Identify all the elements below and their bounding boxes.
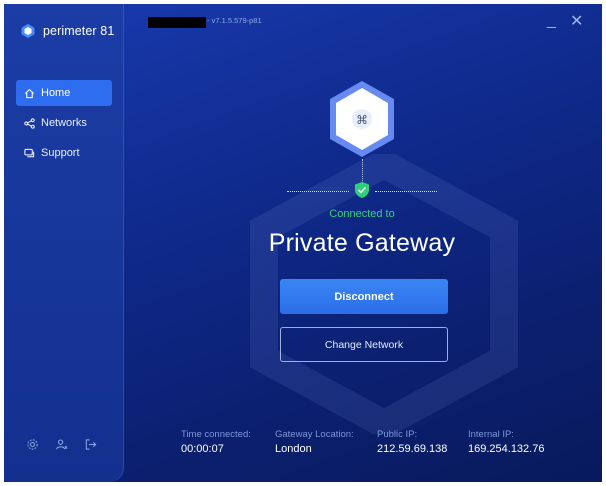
home-icon — [24, 88, 35, 98]
stat-label: Time connected: — [181, 429, 251, 440]
brand-logo-icon — [21, 24, 35, 38]
settings-icon[interactable] — [26, 438, 39, 451]
stat-label: Gateway Location: — [275, 429, 354, 440]
connection-line-right — [375, 191, 437, 192]
connection-hex-icon: ⌘ — [330, 81, 394, 157]
stat-time-connected: Time connected: 00:00:07 — [181, 429, 251, 455]
connection-status-label: Connected to — [329, 208, 395, 220]
close-button[interactable]: ✕ — [570, 11, 583, 31]
brand: perimeter 81 — [20, 23, 114, 39]
gateway-name: Private Gateway — [268, 229, 456, 257]
sidebar-footer — [26, 438, 97, 451]
stat-value: London — [275, 443, 312, 455]
sidebar-item-label: Support — [41, 147, 80, 159]
redacted-title — [148, 17, 206, 28]
app-version: - v7.1.5.579-p81 — [207, 16, 262, 25]
sidebar-nav: Home Networks Support — [16, 80, 112, 170]
connection-line-left — [287, 191, 349, 192]
logout-icon[interactable] — [84, 438, 97, 451]
stat-gateway-location: Gateway Location: London — [275, 429, 354, 455]
stat-public-ip: Public IP: 212.59.69.138 — [377, 429, 447, 455]
stat-value: 169.254.132.76 — [468, 443, 545, 455]
stat-label: Public IP: — [377, 429, 418, 440]
app-window: perimeter 81 Home Networks Support - v7.… — [4, 4, 602, 482]
stat-label: Internal IP: — [468, 429, 514, 440]
stat-internal-ip: Internal IP: 169.254.132.76 — [468, 429, 544, 455]
sidebar: perimeter 81 Home Networks Support — [4, 4, 124, 482]
sidebar-item-networks[interactable]: Networks — [16, 110, 112, 136]
chat-icon — [24, 148, 35, 157]
shield-check-icon — [355, 182, 369, 198]
connection-line-vertical — [362, 159, 363, 183]
minimize-button[interactable]: _ — [547, 12, 556, 30]
brand-name: perimeter 81 — [43, 24, 115, 38]
sidebar-item-support[interactable]: Support — [16, 140, 112, 166]
sidebar-item-home[interactable]: Home — [16, 80, 112, 106]
stat-value: 212.59.69.138 — [377, 443, 448, 455]
svg-text:⌘: ⌘ — [356, 113, 368, 127]
disconnect-button[interactable]: Disconnect — [280, 279, 448, 314]
stat-value: 00:00:07 — [181, 443, 224, 455]
sidebar-item-label: Home — [41, 87, 71, 99]
share-icon — [24, 117, 35, 129]
change-network-button[interactable]: Change Network — [280, 327, 448, 362]
user-icon[interactable] — [55, 438, 68, 451]
sidebar-item-label: Networks — [41, 117, 87, 129]
